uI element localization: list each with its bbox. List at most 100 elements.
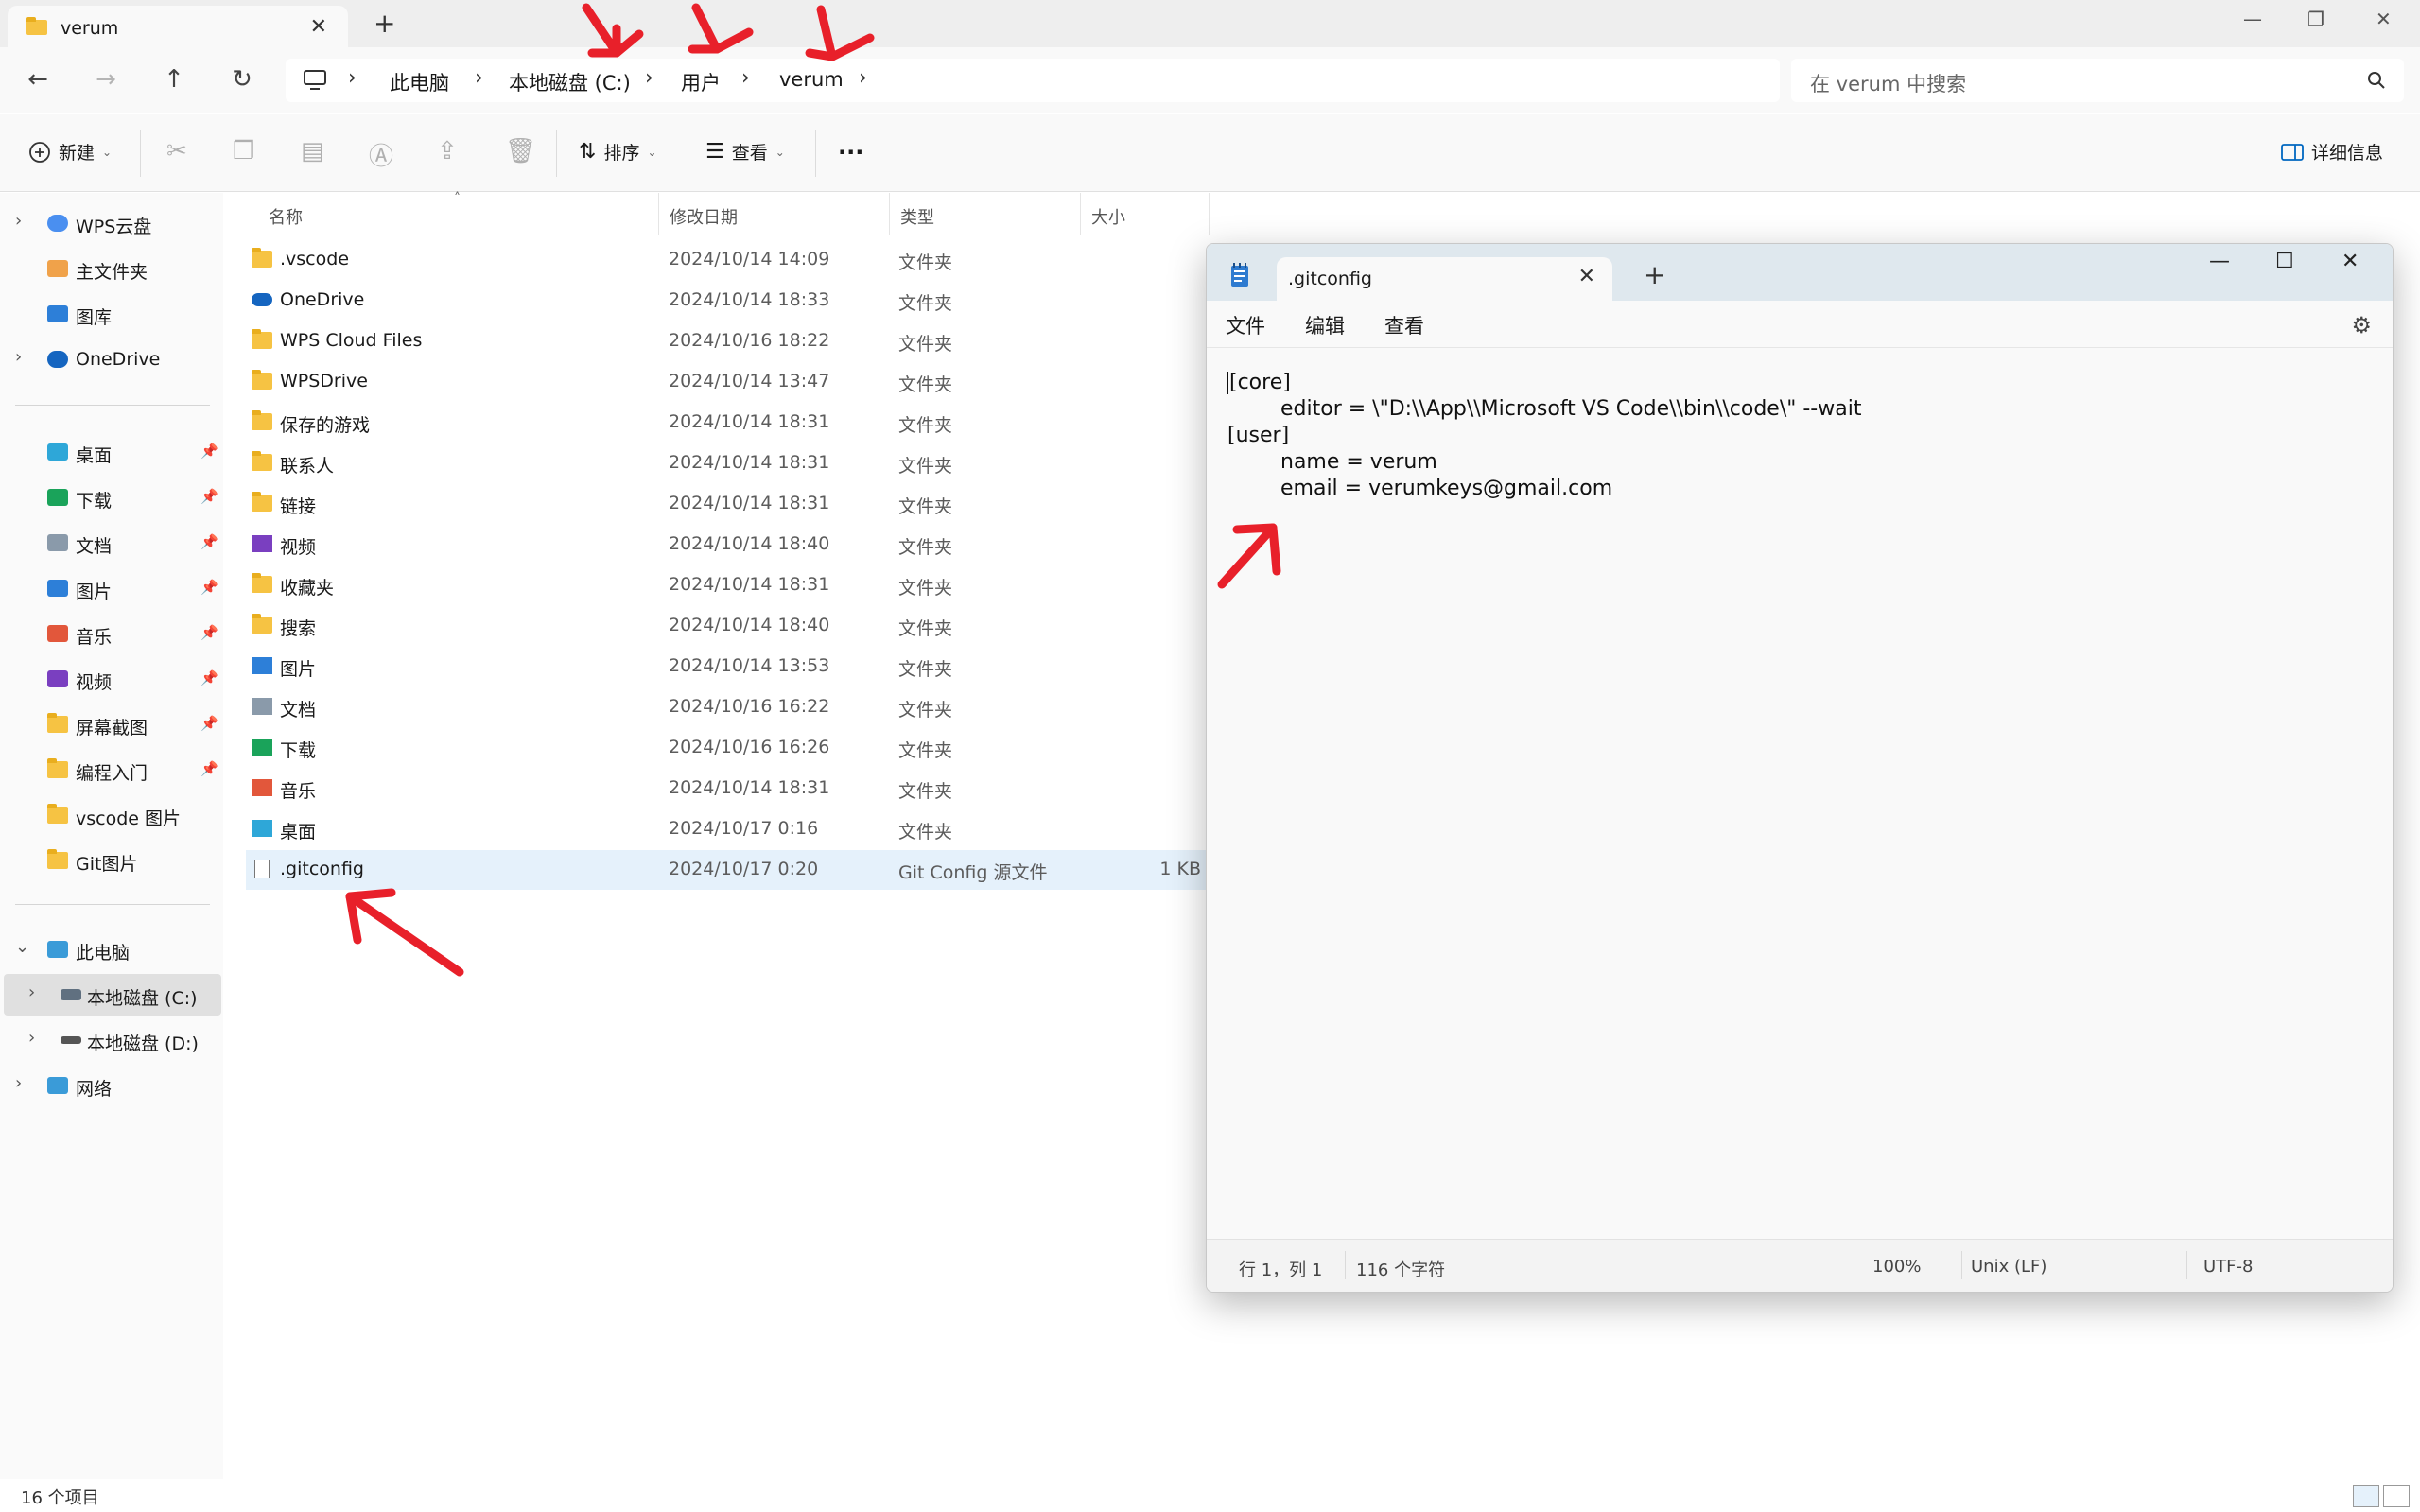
sidebar-item-onedrive[interactable]: › OneDrive (0, 339, 221, 380)
rename-icon[interactable]: Ⓐ (369, 137, 393, 172)
notepad-maximize-button[interactable]: ☐ (2275, 250, 2294, 273)
file-row[interactable]: 联系人 2024/10/14 18:31 文件夹 (246, 443, 1207, 483)
sidebar-item-quick[interactable]: 下载 📌 (0, 477, 221, 518)
close-button[interactable]: ✕ (2376, 8, 2392, 30)
file-row[interactable]: 保存的游戏 2024/10/14 18:31 文件夹 (246, 403, 1207, 443)
expand-chevron-icon[interactable]: › (15, 347, 22, 367)
file-row[interactable]: WPSDrive 2024/10/14 13:47 文件夹 (246, 362, 1207, 402)
cut-icon[interactable]: ✂ (166, 137, 187, 165)
search-box[interactable]: 在 verum 中搜索 (1791, 59, 2404, 102)
sidebar-item-drive-c[interactable]: › 本地磁盘 (C:) (4, 974, 221, 1016)
sidebar-item-quick[interactable]: 文档 📌 (0, 522, 221, 564)
copy-icon[interactable]: ❐ (233, 137, 254, 165)
paste-icon[interactable]: ▤ (301, 137, 324, 165)
menu-file[interactable]: 文件 (1226, 311, 1265, 339)
column-divider[interactable] (1080, 193, 1081, 235)
expand-chevron-icon[interactable]: › (15, 1073, 22, 1093)
file-row[interactable]: 文档 2024/10/16 16:22 文件夹 (246, 687, 1207, 727)
column-header-modified[interactable]: 修改日期 (670, 204, 738, 229)
restore-button[interactable]: ❐ (2307, 8, 2324, 30)
notepad-minimize-button[interactable]: — (2209, 250, 2230, 273)
pin-icon[interactable]: 📌 (200, 669, 218, 686)
breadcrumb-chevron-icon[interactable]: › (859, 66, 867, 90)
details-pane-button[interactable]: 详细信息 (2281, 139, 2383, 165)
file-row[interactable]: WPS Cloud Files 2024/10/16 18:22 文件夹 (246, 322, 1207, 361)
explorer-tab[interactable]: verum ✕ (8, 6, 348, 47)
file-row[interactable]: 桌面 2024/10/17 0:16 文件夹 (246, 809, 1207, 849)
pin-icon[interactable]: 📌 (200, 579, 218, 596)
sidebar-item-quick[interactable]: vscode 图片 (0, 794, 221, 836)
sidebar-item-quick[interactable]: 音乐 📌 (0, 613, 221, 654)
sidebar-item-quick[interactable]: 图片 📌 (0, 567, 221, 609)
sidebar-item-wps-cloud[interactable]: › WPS云盘 (0, 202, 221, 244)
refresh-button[interactable]: ↻ (221, 61, 263, 98)
up-button[interactable]: ↑ (153, 61, 195, 98)
sidebar-item-drive-d[interactable]: › 本地磁盘 (D:) (0, 1019, 221, 1061)
new-tab-button[interactable]: + (374, 8, 395, 39)
file-row[interactable]: 图片 2024/10/14 13:53 文件夹 (246, 647, 1207, 686)
notepad-tab-close-icon[interactable]: ✕ (1578, 265, 1595, 288)
file-row[interactable]: 搜索 2024/10/14 18:40 文件夹 (246, 606, 1207, 646)
sidebar-item-quick[interactable]: 视频 📌 (0, 658, 221, 700)
expand-chevron-icon[interactable]: › (15, 211, 22, 231)
breadcrumb-chevron-icon[interactable]: › (475, 66, 483, 90)
details-view-button[interactable] (2353, 1485, 2379, 1507)
breadcrumb-chevron-icon[interactable]: › (741, 66, 750, 90)
notepad-text-area[interactable]: [core] editor = \"D:\\App\\Microsoft VS … (1207, 349, 2393, 1228)
expand-chevron-icon[interactable]: › (28, 1028, 35, 1048)
address-bar[interactable]: › 此电脑 › 本地磁盘 (C:) › 用户 › verum › (286, 59, 1780, 102)
more-options-button[interactable]: ··· (838, 139, 863, 165)
column-divider[interactable] (889, 193, 890, 235)
file-row[interactable]: 音乐 2024/10/14 18:31 文件夹 (246, 769, 1207, 808)
back-button[interactable]: ← (17, 61, 59, 98)
pin-icon[interactable]: 📌 (200, 533, 218, 550)
file-row[interactable]: .vscode 2024/10/14 14:09 文件夹 (246, 240, 1207, 280)
breadcrumb-drive-c[interactable]: 本地磁盘 (C:) (509, 68, 631, 96)
minimize-button[interactable]: — (2243, 8, 2262, 30)
sidebar-item-home[interactable]: 主文件夹 (0, 248, 221, 289)
breadcrumb-chevron-icon[interactable]: › (348, 66, 357, 90)
line-ending[interactable]: Unix (LF) (1971, 1257, 2046, 1277)
delete-icon[interactable]: 🗑 (505, 137, 536, 165)
zoom-level[interactable]: 100% (1872, 1257, 1921, 1277)
notepad-close-button[interactable]: ✕ (2342, 250, 2359, 273)
notepad-new-tab-button[interactable]: + (1644, 259, 1665, 290)
sidebar-item-quick[interactable]: Git图片 (0, 840, 221, 881)
pin-icon[interactable]: 📌 (200, 443, 218, 460)
forward-button[interactable]: → (85, 61, 127, 98)
settings-gear-icon[interactable]: ⚙ (2351, 312, 2372, 339)
file-row[interactable]: 视频 2024/10/14 18:40 文件夹 (246, 525, 1207, 565)
tab-close-icon[interactable]: ✕ (310, 15, 327, 39)
breadcrumb-chevron-icon[interactable]: › (645, 66, 653, 90)
sidebar-item-gallery[interactable]: 图库 (0, 293, 221, 335)
notepad-tab[interactable]: .gitconfig ✕ (1277, 257, 1612, 301)
share-icon[interactable]: ⇪ (437, 137, 458, 165)
view-button[interactable]: ☰ 查看 ⌄ (705, 139, 785, 165)
pin-icon[interactable]: 📌 (200, 760, 218, 777)
pin-icon[interactable]: 📌 (200, 624, 218, 641)
sidebar-item-quick[interactable]: 编程入门 📌 (0, 749, 221, 791)
expand-chevron-icon[interactable]: › (28, 982, 35, 1002)
file-row[interactable]: .gitconfig 2024/10/17 0:20 Git Config 源文件 1… (246, 850, 1207, 890)
menu-edit[interactable]: 编辑 (1305, 311, 1345, 339)
pin-icon[interactable]: 📌 (200, 715, 218, 732)
breadcrumb-verum[interactable]: verum (779, 68, 844, 91)
column-divider[interactable] (1209, 193, 1210, 235)
new-button[interactable]: 新建 ⌄ (28, 139, 112, 165)
column-header-size[interactable]: 大小 (1091, 204, 1125, 229)
encoding[interactable]: UTF-8 (2203, 1257, 2253, 1277)
collapse-chevron-icon[interactable]: ⌄ (15, 937, 29, 957)
file-row[interactable]: 收藏夹 2024/10/14 18:31 文件夹 (246, 565, 1207, 605)
sidebar-item-network[interactable]: › 网络 (0, 1065, 221, 1106)
column-header-name[interactable]: 名称 (269, 204, 303, 229)
breadcrumb-this-pc[interactable]: 此电脑 (390, 68, 449, 96)
file-row[interactable]: 下载 2024/10/16 16:26 文件夹 (246, 728, 1207, 768)
file-row[interactable]: OneDrive 2024/10/14 18:33 文件夹 (246, 281, 1207, 321)
column-divider[interactable] (658, 193, 659, 235)
pin-icon[interactable]: 📌 (200, 488, 218, 505)
sidebar-item-quick[interactable]: 桌面 📌 (0, 431, 221, 473)
sidebar-item-quick[interactable]: 屏幕截图 📌 (0, 704, 221, 745)
column-header-type[interactable]: 类型 (900, 204, 934, 229)
menu-view[interactable]: 查看 (1384, 311, 1424, 339)
sort-button[interactable]: ⇅ 排序 ⌄ (579, 139, 657, 165)
